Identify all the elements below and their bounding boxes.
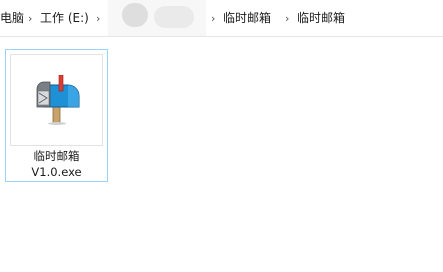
address-bar[interactable]: 电脑 › 工作 (E:) › › 临时邮箱 › 临时邮箱: [0, 0, 443, 37]
file-name: 临时邮箱 V1.0.exe: [6, 148, 107, 180]
file-thumbnail: [10, 54, 103, 146]
breadcrumb-separator[interactable]: ›: [96, 12, 100, 25]
breadcrumb-separator[interactable]: ›: [285, 12, 289, 25]
breadcrumb-item-current-folder[interactable]: 临时邮箱: [297, 11, 345, 26]
file-item-tempmail-exe[interactable]: 临时邮箱 V1.0.exe: [5, 49, 108, 182]
breadcrumb-item-this-pc[interactable]: 电脑: [0, 11, 24, 26]
redacted-breadcrumb-segment: [108, 0, 206, 36]
breadcrumb-separator[interactable]: ›: [28, 12, 32, 25]
breadcrumb-item-folder[interactable]: 临时邮箱: [223, 11, 271, 26]
breadcrumb-separator[interactable]: ›: [211, 12, 215, 25]
file-name-line-1: 临时邮箱: [33, 149, 80, 163]
file-name-line-2: V1.0.exe: [31, 165, 82, 179]
breadcrumb-item-drive[interactable]: 工作 (E:): [40, 11, 89, 26]
mailbox-icon: [36, 75, 80, 125]
